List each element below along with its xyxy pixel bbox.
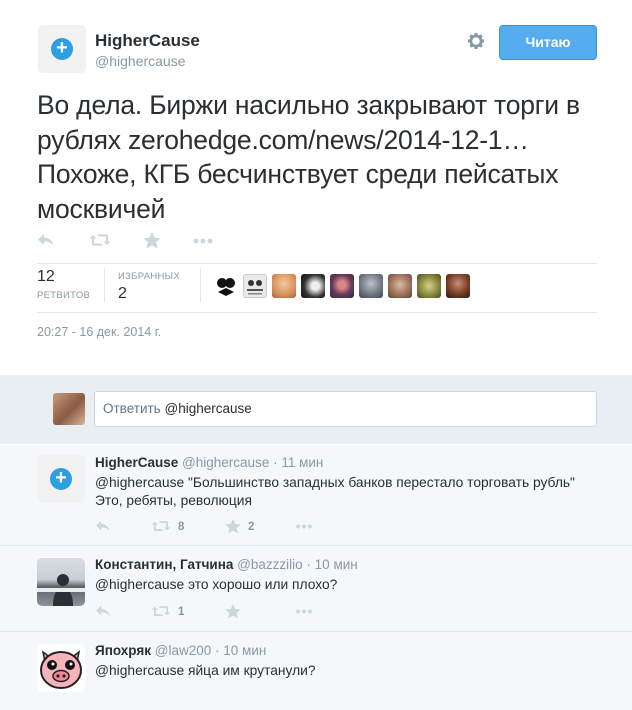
reply-icon[interactable] xyxy=(95,519,111,533)
retweet-icon[interactable] xyxy=(89,232,111,248)
author-handle[interactable]: @highercause xyxy=(95,53,186,69)
favoriter-avatar[interactable] xyxy=(214,274,238,298)
favorite-star-icon[interactable] xyxy=(143,232,161,249)
reply-input[interactable]: Ответить @highercause xyxy=(94,391,597,427)
retweet-icon[interactable] xyxy=(151,519,171,533)
gear-icon[interactable] xyxy=(466,31,486,51)
favoriter-avatar[interactable] xyxy=(417,274,441,298)
favoriter-avatar[interactable] xyxy=(359,274,383,298)
reply-text: @highercause яйца им крутанули? xyxy=(95,663,316,678)
reply-retweet-count: 1 xyxy=(178,606,185,618)
reply-avatar[interactable] xyxy=(37,644,85,692)
favoriter-avatar[interactable] xyxy=(446,274,470,298)
follow-button[interactable]: Читаю xyxy=(499,25,597,60)
tweet-header: + HigherCause @highercause Читаю xyxy=(0,0,632,80)
reply-time[interactable]: 10 мин xyxy=(223,643,266,658)
favoriter-avatar[interactable] xyxy=(243,274,267,298)
reply-text: @highercause "Большинство западных банко… xyxy=(95,475,575,508)
reply-author-handle[interactable]: @law200 xyxy=(155,643,212,658)
reply-placeholder: Ответить xyxy=(103,401,161,416)
tweet-text: Во дела. Биржи насильно закрывают торги … xyxy=(37,90,580,224)
current-user-avatar xyxy=(53,393,85,425)
stat-divider xyxy=(104,268,105,302)
list-item[interactable]: Константин, Гатчина @bazzzilio · 10 мин … xyxy=(0,546,632,631)
favorite-star-icon[interactable] xyxy=(225,604,241,619)
reply-author-name[interactable]: Япохряк xyxy=(95,643,151,658)
divider xyxy=(37,263,597,264)
reply-actions: 8 2 xyxy=(95,519,355,537)
author-avatar[interactable]: + xyxy=(38,25,86,73)
plus-circle-icon: + xyxy=(51,38,73,60)
retweet-icon[interactable] xyxy=(151,604,171,618)
reply-author-handle[interactable]: @highercause xyxy=(182,455,269,470)
reply-author-name[interactable]: Константин, Гатчина xyxy=(95,557,233,572)
reply-avatar[interactable] xyxy=(37,558,85,606)
reply-text: @highercause это хорошо или плохо? xyxy=(95,577,338,592)
favorite-count[interactable]: 2 xyxy=(118,285,127,303)
tweet-timestamp[interactable]: 20:27 - 16 дек. 2014 г. xyxy=(37,325,161,339)
reply-icon[interactable] xyxy=(37,232,55,248)
reply-retweet-count: 8 xyxy=(178,521,185,533)
reply-actions: 1 xyxy=(95,604,355,622)
favoriter-avatar[interactable] xyxy=(388,274,412,298)
reply-time[interactable]: 10 мин xyxy=(315,557,358,572)
favorite-label: ИЗБРАННЫХ xyxy=(118,271,181,282)
list-item[interactable]: Япохряк @law200 · 10 мин @highercause яй… xyxy=(0,632,632,710)
reply-icon[interactable] xyxy=(95,604,111,618)
favoriter-avatar[interactable] xyxy=(272,274,296,298)
favoriter-avatar[interactable] xyxy=(301,274,325,298)
reply-avatar[interactable]: + xyxy=(37,455,85,503)
stat-divider xyxy=(200,268,201,302)
favoriter-avatar[interactable] xyxy=(330,274,354,298)
favorite-star-icon[interactable] xyxy=(225,519,241,534)
list-item[interactable]: + HigherCause @highercause · 11 мин @hig… xyxy=(0,445,632,545)
author-name[interactable]: HigherCause xyxy=(95,31,200,51)
retweet-count[interactable]: 12 xyxy=(37,268,55,286)
more-options-icon[interactable] xyxy=(295,609,313,614)
reply-time[interactable]: 11 мин xyxy=(281,455,323,470)
reply-author-name[interactable]: HigherCause xyxy=(95,455,178,470)
reply-mention: @highercause xyxy=(164,401,252,416)
more-options-icon[interactable] xyxy=(193,238,213,244)
reply-author-handle[interactable]: @bazzzilio xyxy=(237,557,302,572)
reply-favorite-count: 2 xyxy=(248,521,255,533)
retweet-label: РЕТВИТОВ xyxy=(37,290,91,301)
reply-composer: Ответить @highercause xyxy=(0,375,632,444)
tweet-actions xyxy=(37,232,237,254)
plus-circle-icon: + xyxy=(50,468,72,490)
more-options-icon[interactable] xyxy=(295,524,313,529)
divider xyxy=(37,312,597,313)
